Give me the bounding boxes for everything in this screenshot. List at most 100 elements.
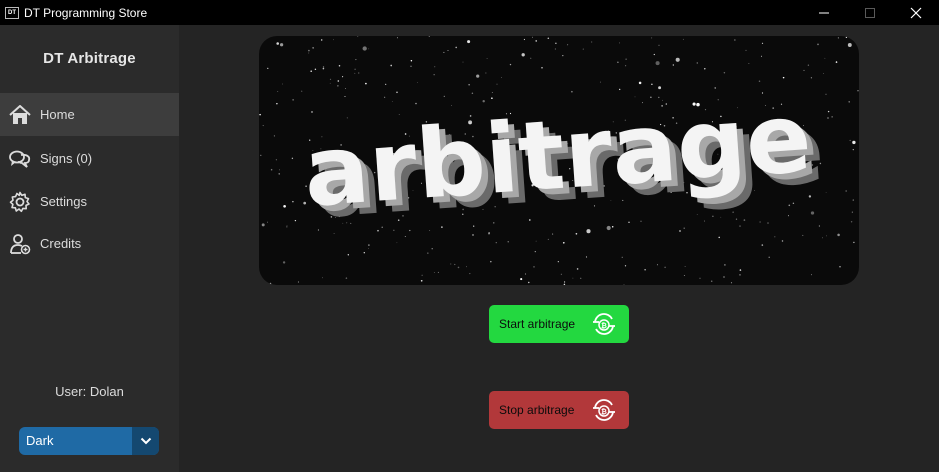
star-dot [267, 67, 269, 69]
star-dot [410, 59, 413, 62]
star-dot [787, 215, 790, 217]
sidebar-item-credits[interactable]: Credits [0, 222, 179, 265]
star-dot [576, 268, 579, 270]
star-dot [283, 204, 286, 208]
star-dot [682, 38, 684, 40]
star-dot [509, 63, 512, 66]
star-dot [563, 283, 566, 285]
star-dot [683, 227, 685, 229]
star-dot [457, 266, 460, 269]
star-dot [781, 240, 784, 242]
star-dot [739, 274, 741, 276]
sidebar-item-settings[interactable]: Settings [0, 180, 179, 223]
window-title: DT Programming Store [24, 5, 148, 20]
sidebar-item-signs[interactable]: Signs (0) [0, 137, 179, 180]
star-dot [428, 36, 431, 37]
stop-arbitrage-label: Stop arbitrage [499, 403, 575, 417]
star-dot [450, 263, 452, 265]
star-dot [443, 95, 445, 98]
star-dot [469, 273, 471, 275]
star-dot [384, 96, 386, 98]
stop-arbitrage-button[interactable]: Stop arbitrage ₿ [489, 391, 629, 429]
star-dot [679, 230, 681, 232]
sidebar-item-home[interactable]: Home [0, 93, 179, 136]
star-dot [823, 73, 825, 75]
start-arbitrage-button[interactable]: Start arbitrage ₿ [489, 305, 629, 343]
star-dot [761, 244, 764, 246]
star-dot [696, 214, 698, 215]
star-dot [534, 251, 536, 253]
star-dot [391, 101, 393, 102]
star-dot [368, 244, 370, 246]
star-dot [625, 65, 627, 67]
star-dot [535, 240, 537, 242]
star-dot [415, 102, 417, 105]
star-dot [851, 211, 853, 213]
sidebar: DT Arbitrage Home Signs (0) Settings Cre… [0, 25, 179, 472]
star-dot [852, 148, 854, 151]
star-dot [774, 236, 776, 238]
star-dot [845, 36, 848, 38]
star-dot [739, 225, 741, 227]
star-dot [745, 49, 747, 51]
star-dot [810, 77, 813, 79]
star-dot [580, 277, 582, 279]
star-dot [710, 280, 713, 282]
star-dot [368, 48, 370, 50]
app-icon: DT [5, 6, 19, 19]
user-label: User: Dolan [55, 384, 124, 399]
star-dot [322, 67, 325, 70]
star-dot [261, 223, 265, 227]
star-dot [535, 40, 537, 42]
star-dot [655, 61, 660, 66]
star-dot [431, 248, 433, 250]
close-button[interactable] [893, 0, 939, 25]
star-dot [308, 52, 310, 54]
star-dot [624, 265, 627, 267]
star-dot [322, 66, 325, 68]
star-dot [292, 99, 294, 101]
star-dot [853, 241, 855, 244]
star-dot [848, 101, 850, 103]
star-dot [523, 38, 525, 41]
star-dot [308, 49, 310, 52]
star-dot [767, 222, 769, 224]
theme-dropdown-value: Dark [26, 433, 54, 448]
star-dot [275, 159, 278, 161]
star-dot [476, 74, 480, 78]
star-dot [743, 219, 746, 221]
star-dot [760, 55, 763, 57]
star-dot [273, 135, 275, 137]
star-dot [611, 226, 614, 228]
star-dot [276, 103, 278, 105]
star-dot [533, 266, 535, 268]
close-icon [910, 7, 922, 18]
star-dot [724, 264, 726, 266]
minimize-button[interactable] [801, 0, 847, 25]
star-dot [803, 69, 805, 71]
star-dot [520, 278, 523, 281]
star-dot [333, 39, 334, 41]
star-dot [759, 221, 761, 223]
star-dot [501, 76, 502, 78]
star-dot [485, 72, 487, 74]
star-dot [606, 225, 611, 231]
maximize-button[interactable] [847, 0, 893, 25]
star-dot [344, 96, 346, 97]
star-dot [555, 42, 557, 44]
star-dot [585, 256, 588, 258]
theme-dropdown[interactable]: Dark [19, 427, 159, 455]
star-dot [259, 113, 261, 116]
star-dot [827, 117, 829, 119]
star-dot [837, 37, 840, 39]
star-dot [447, 50, 449, 51]
maximize-icon [865, 7, 875, 18]
star-dot [664, 266, 666, 269]
chevron-down-icon[interactable] [132, 427, 159, 455]
star-dot [471, 92, 474, 95]
star-dot [437, 271, 439, 273]
star-dot [628, 221, 630, 223]
star-dot [496, 83, 498, 85]
star-dot [390, 64, 393, 67]
star-dot [337, 85, 339, 87]
